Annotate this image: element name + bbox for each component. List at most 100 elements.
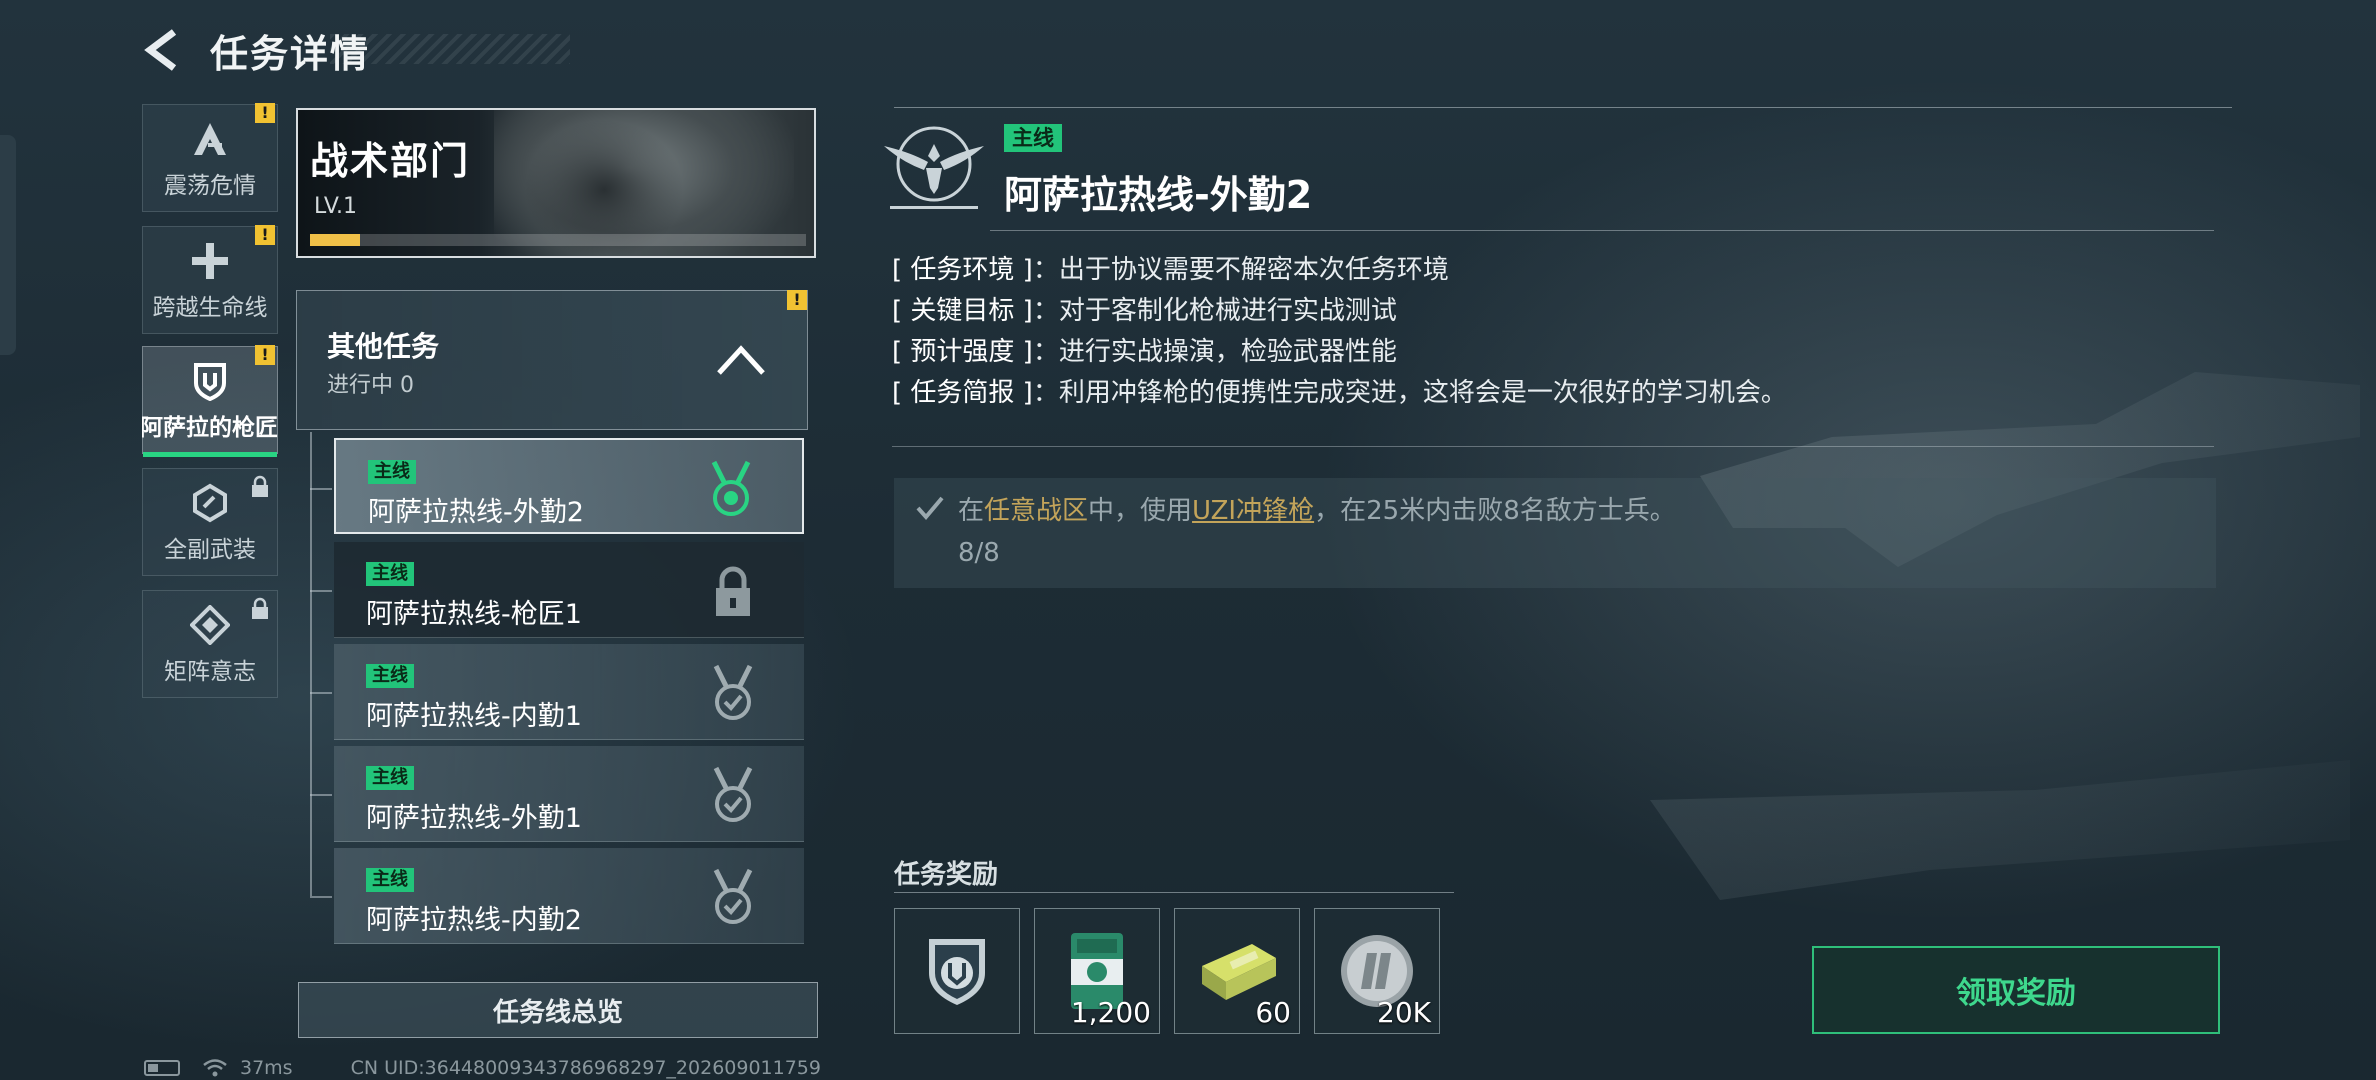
task-tag: 主线 — [366, 664, 414, 688]
task-name: 阿萨拉热线-外勤2 — [368, 497, 584, 528]
player-uid: CN UID:36448009343786968297_202609011759 — [350, 1057, 821, 1079]
mission-info: [ 任务环境 ]：出于协议需要不解密本次任务环境 [ 关键目标 ]：对于客制化枪… — [892, 250, 2192, 414]
medal-complete-icon — [713, 766, 753, 822]
task-name: 阿萨拉热线-枪匠1 — [366, 599, 582, 630]
eagle-emblem-icon — [884, 126, 984, 209]
a-chevron-icon — [187, 116, 233, 162]
alert-badge: ! — [255, 345, 275, 365]
info-value: 出于协议需要不解密本次任务环境 — [1058, 255, 1449, 285]
task-item-selected[interactable]: 主线 阿萨拉热线-外勤2 — [334, 438, 804, 534]
reward-qty: 1,200 — [1070, 996, 1151, 1029]
faction-card[interactable]: 战术部门 LV.1 — [296, 108, 816, 258]
category-label: 震荡危情 — [164, 173, 256, 199]
objective-zone: 任意战区 — [984, 496, 1089, 526]
lock-icon — [252, 475, 268, 497]
divider — [894, 107, 2232, 108]
info-row: [ 关键目标 ]：对于客制化枪械进行实战测试 — [892, 296, 1397, 326]
other-tasks-status: 进行中 0 — [327, 373, 414, 398]
objective-progress: 8/8 — [958, 538, 1000, 568]
info-value: 利用冲锋枪的便携性完成突进，这将会是一次很好的学习机会。 — [1058, 378, 1787, 408]
task-item[interactable]: 主线 阿萨拉热线-内勤1 — [334, 644, 804, 740]
divider — [894, 892, 1454, 893]
task-name: 阿萨拉热线-内勤1 — [366, 701, 582, 732]
reward-item[interactable] — [894, 908, 1020, 1034]
task-item-locked[interactable]: 主线 阿萨拉热线-枪匠1 — [334, 542, 804, 638]
other-tasks-title: 其他任务 — [327, 330, 440, 363]
task-tree-branch — [310, 590, 332, 592]
objective-mid: 中，使用 — [1088, 496, 1193, 526]
detail-title: 阿萨拉热线-外勤2 — [1004, 173, 1313, 217]
status-bar: 37ms CN UID:36448009343786968297_2026090… — [144, 1056, 821, 1080]
task-item[interactable]: 主线 阿萨拉热线-外勤1 — [334, 746, 804, 842]
wifi-icon — [203, 1059, 227, 1077]
page-title: 任务详情 — [210, 31, 371, 76]
category-tab-asala-gunsmith[interactable]: 阿萨拉的枪匠 ! — [142, 345, 278, 457]
objective-weapon-link[interactable]: UZI冲锋枪 — [1192, 496, 1314, 526]
faction-level: LV.1 — [314, 194, 358, 219]
task-name: 阿萨拉热线-外勤1 — [366, 803, 582, 834]
info-key: [ 关键目标 ] — [892, 296, 1033, 326]
battery-icon — [144, 1060, 180, 1076]
back-arrow-icon — [144, 29, 177, 71]
medal-complete-icon — [713, 664, 753, 720]
faction-progress-fill — [310, 234, 360, 246]
reward-qty: 60 — [1255, 996, 1291, 1029]
category-label: 矩阵意志 — [164, 659, 256, 685]
info-row: [ 任务环境 ]：出于协议需要不解密本次任务环境 — [892, 255, 1449, 285]
back-button[interactable] — [140, 22, 184, 78]
chevron-up-icon — [717, 345, 765, 375]
alert-badge: ! — [255, 225, 275, 245]
info-row: [ 预计强度 ]：进行实战操演，检验武器性能 — [892, 337, 1397, 367]
objective-pre: 在 — [958, 496, 985, 526]
mission-objective: 在任意战区中，使用UZI冲锋枪，在25米内击败8名敌方士兵。 8/8 — [894, 478, 2216, 588]
info-key: [ 任务简报 ] — [892, 378, 1033, 408]
reward-item[interactable]: 60 — [1174, 908, 1300, 1034]
task-tree-branch — [310, 896, 332, 898]
cross-icon — [187, 238, 233, 284]
ping-readout: 37ms — [240, 1057, 293, 1079]
info-key: [ 任务环境 ] — [892, 255, 1033, 285]
task-tree-line — [310, 432, 312, 896]
task-tree-branch — [310, 692, 332, 694]
task-tag: 主线 — [366, 562, 414, 586]
alert-badge: ! — [255, 103, 275, 123]
info-row: [ 任务简报 ]：利用冲锋枪的便携性完成突进，这将会是一次很好的学习机会。 — [892, 378, 1787, 408]
reward-item[interactable]: 20K — [1314, 908, 1440, 1034]
rewards-title: 任务奖励 — [894, 860, 999, 890]
info-value: 对于客制化枪械进行实战测试 — [1058, 296, 1397, 326]
task-line-overview-button[interactable]: 任务线总览 — [298, 982, 818, 1038]
task-tag: 主线 — [366, 766, 414, 790]
category-label: 跨越生命线 — [152, 295, 268, 321]
claim-reward-button[interactable]: 领取奖励 — [1812, 946, 2220, 1034]
faction-progress-bar — [310, 234, 806, 246]
objective-post: ，在25米内击败8名敌方士兵。 — [1314, 496, 1676, 526]
lock-icon — [716, 566, 750, 616]
medal-complete-icon — [713, 868, 753, 924]
info-value: 进行实战操演，检验武器性能 — [1058, 337, 1397, 367]
reward-qty: 20K — [1377, 996, 1431, 1029]
page-header: 任务详情 — [140, 22, 370, 78]
detail-tag: 主线 — [1004, 124, 1062, 152]
other-tasks-toggle[interactable]: 其他任务 进行中 0 ! — [296, 290, 808, 430]
divider — [990, 230, 2214, 231]
category-tab-fully-armed[interactable]: 全副武装 — [142, 468, 278, 576]
category-tab-matrix-will[interactable]: 矩阵意志 — [142, 590, 278, 698]
category-tab-shock-crisis[interactable]: 震荡危情 ! — [142, 103, 278, 212]
info-key: [ 预计强度 ] — [892, 337, 1033, 367]
reward-item[interactable]: 1,200 — [1034, 908, 1160, 1034]
category-label: 全副武装 — [164, 537, 256, 563]
hex-icon — [187, 480, 233, 526]
objective-text: 在任意战区中，使用UZI冲锋枪，在25米内击败8名敌方士兵。 — [958, 490, 1676, 527]
side-pull-tab[interactable] — [0, 135, 16, 355]
lock-icon — [252, 597, 268, 619]
medal-in-progress-icon — [711, 460, 751, 516]
category-label: 阿萨拉的枪匠 — [142, 415, 278, 441]
task-tag: 主线 — [366, 868, 414, 892]
shield-badge-icon — [907, 921, 1007, 1021]
task-item[interactable]: 主线 阿萨拉热线-内勤2 — [334, 848, 804, 944]
task-tag: 主线 — [368, 460, 416, 484]
category-tab-crossing-lifeline[interactable]: 跨越生命线 ! — [142, 225, 278, 334]
task-name: 阿萨拉热线-内勤2 — [366, 905, 582, 936]
shield-icon — [187, 358, 233, 404]
task-tree-branch — [310, 794, 332, 796]
